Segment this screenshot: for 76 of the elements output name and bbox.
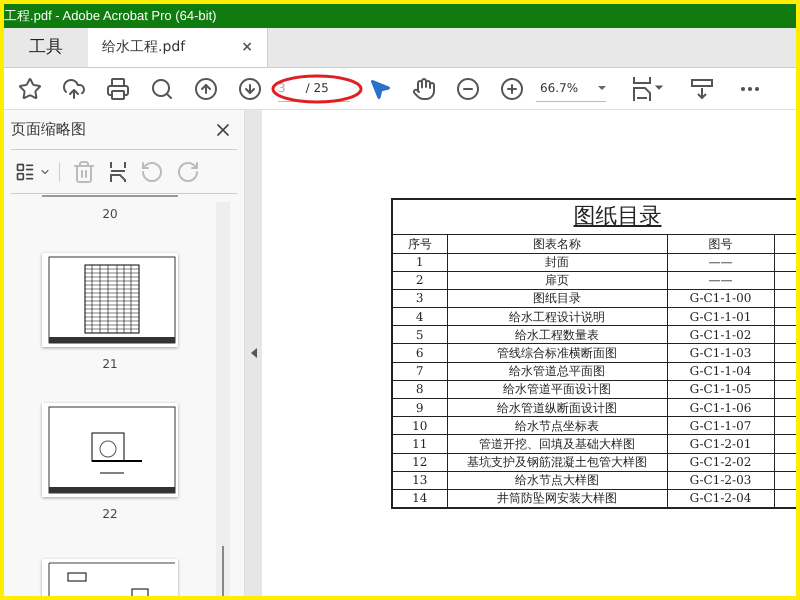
page-number: 20: [102, 206, 118, 223]
page-thumbnail[interactable]: [42, 403, 178, 497]
document-tab[interactable]: 给水工程.pdf ×: [88, 28, 268, 67]
table-cell: G-C1-1-01: [667, 308, 774, 326]
table-cell: 1: [392, 253, 447, 272]
table-cell: G-C1-1-03: [667, 344, 774, 362]
table-cell: 7: [392, 362, 447, 380]
close-tab-button[interactable]: ×: [241, 37, 253, 58]
table-cell: 给水工程设计说明: [447, 308, 667, 326]
options-button[interactable]: [15, 162, 60, 182]
table-cell: 封面: [447, 253, 667, 272]
cloud-upload-icon: [62, 76, 86, 100]
table-cell: ——: [667, 271, 774, 290]
zoom-dropdown[interactable]: 66.7%: [536, 76, 606, 102]
table-cell: 9: [392, 398, 447, 417]
scroll-thumb[interactable]: [222, 546, 224, 596]
table-cell: 给水管道平面设计图: [447, 380, 667, 398]
table-cell: 12: [392, 453, 447, 472]
scroll-down-icon: [690, 76, 714, 100]
table-cell: 8: [392, 380, 447, 398]
table-cell: 图纸目录: [447, 289, 667, 308]
page-thumbnail[interactable]: [42, 253, 178, 347]
table-cell: 扉页: [447, 271, 667, 290]
column-header: 序号: [392, 234, 447, 253]
more-icon: [741, 86, 759, 90]
page-value: 3: [278, 80, 286, 97]
table-cell: G-C1-1-04: [667, 362, 774, 380]
table-cell: G-C1-1-00: [667, 289, 774, 308]
page-number: 21: [102, 356, 118, 373]
table-cell: 给水管道纵断面设计图: [447, 398, 667, 417]
table-cell: G-C1-1-05: [667, 380, 774, 398]
table-title: 图纸目录: [572, 204, 662, 230]
table-cell: 4: [392, 308, 447, 326]
table-cell: G-C1-1-06: [667, 398, 774, 417]
table-cell: 给水节点大样图: [447, 471, 667, 490]
hand-icon: [412, 76, 436, 100]
search-icon: [150, 76, 174, 100]
table-cell: 给水工程数量表: [447, 326, 667, 344]
table-cell: ——: [667, 253, 774, 272]
page-thumbnail[interactable]: [42, 194, 178, 197]
table-cell: 6: [392, 344, 447, 362]
window-title: 工程.pdf - Adobe Acrobat Pro (64-bit): [4, 7, 216, 26]
table-cell: 管道开挖、回填及基础大样图: [447, 434, 667, 454]
page-total: / 25: [306, 80, 329, 97]
printer-icon: [106, 76, 130, 100]
table-cell: 给水管道总平面图: [447, 362, 667, 380]
document-tab[interactable]: 工具: [4, 28, 88, 67]
plus-icon: [500, 76, 524, 100]
scrollbar[interactable]: [216, 202, 230, 596]
table-cell: 11: [392, 434, 447, 454]
panel-title: 页面缩略图: [11, 119, 86, 140]
page-thumbnail[interactable]: [42, 559, 178, 596]
table-cell: G-C1-1-02: [667, 326, 774, 344]
fit-page-icon: [631, 76, 665, 102]
table-cell: G-C1-2-03: [667, 471, 774, 490]
table-cell: 10: [392, 416, 447, 435]
table-cell: 13: [392, 471, 447, 490]
table-cell: G-C1-1-07: [667, 416, 774, 435]
insert-page-icon[interactable]: [108, 160, 128, 182]
table-cell: 2: [392, 271, 447, 290]
table-cell: 3: [392, 289, 447, 308]
arrow-down-icon: [238, 76, 262, 100]
table-cell: 5: [392, 326, 447, 344]
table-cell: G-C1-2-01: [667, 434, 774, 454]
list-icon: [15, 162, 35, 182]
arrow-up-icon: [194, 76, 218, 100]
column-header: 图表名称: [447, 234, 667, 253]
caret-icon: [598, 86, 606, 90]
table-cell: 给水节点坐标表: [447, 416, 667, 435]
table-cell: 基坑支护及钢筋混凝土包管大样图: [447, 453, 667, 472]
star-icon: [18, 76, 42, 100]
table-cell: G-C1-2-02: [667, 453, 774, 472]
table-cell: 管线综合标准横断面图: [447, 344, 667, 362]
minus-icon: [456, 76, 480, 100]
column-header: 图号: [667, 234, 774, 253]
page-number: 22: [102, 506, 118, 523]
